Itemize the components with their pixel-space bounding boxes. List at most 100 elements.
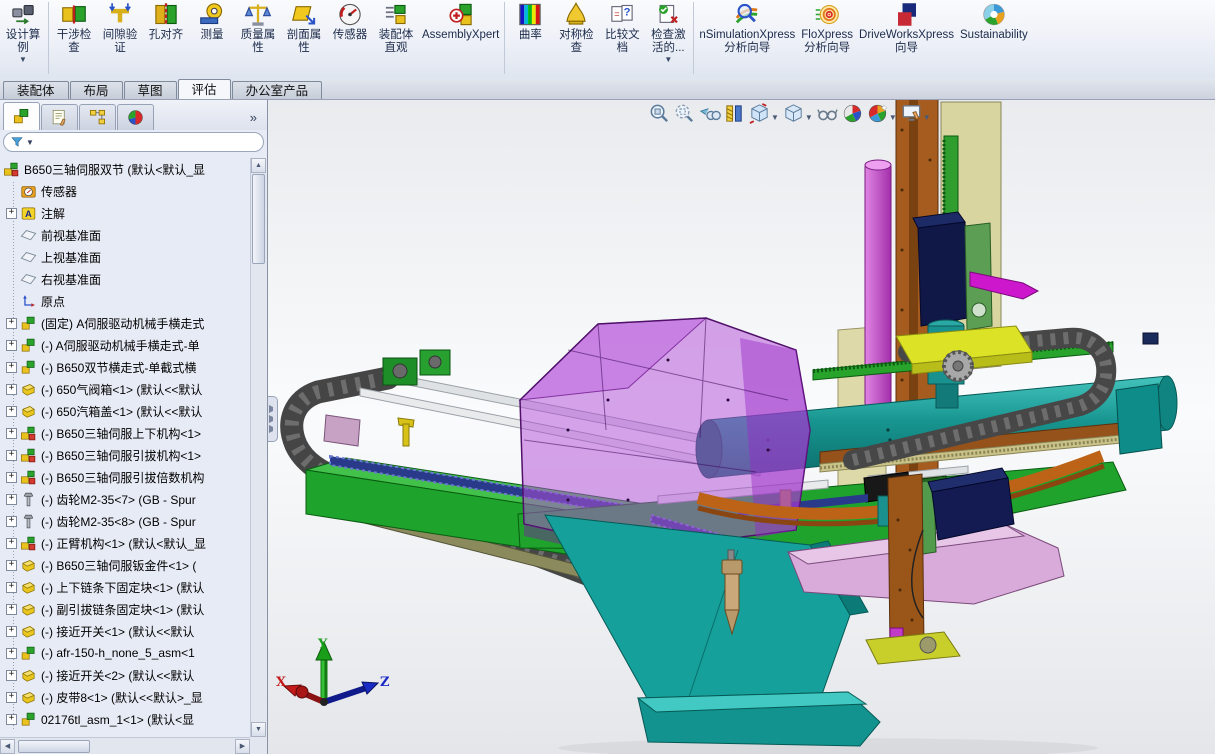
tree-item[interactable]: B650三轴伺服双节 (默认<默认_显 — [0, 158, 250, 180]
assembly-visualization-button[interactable]: 装配体 直观 — [373, 0, 419, 76]
zoom-area-button[interactable] — [673, 101, 696, 126]
expand-toggle[interactable]: + — [6, 582, 17, 593]
expand-toggle[interactable]: + — [6, 494, 17, 505]
tree-item-label: (-) 650汽箱盖<1> (默认<<默认 — [41, 403, 202, 420]
design-study-button[interactable]: 设计算 例▼ — [0, 0, 46, 76]
filter-dropdown-arrow-icon[interactable]: ▼ — [26, 138, 34, 147]
view-settings-button[interactable]: ▼ — [900, 101, 932, 126]
tree-item[interactable]: +(-) A伺服驱动机械手横走式-单 — [0, 334, 250, 356]
mass-properties-button[interactable]: 质量属 性 — [235, 0, 281, 76]
apply-scene-button[interactable]: ▼ — [866, 101, 898, 126]
tree-item[interactable]: +(-) 齿轮M2-35<8> (GB - Spur — [0, 510, 250, 532]
expand-toggle[interactable]: + — [6, 384, 17, 395]
section-properties-button[interactable]: 剖面属 性 — [281, 0, 327, 76]
tree-filter-field[interactable]: ▼ — [3, 132, 264, 152]
tree-item[interactable]: 原点 — [0, 290, 250, 312]
expand-toggle[interactable]: + — [6, 670, 17, 681]
cad-model[interactable]: L — [268, 100, 1215, 754]
tree-item[interactable]: +(-) B650三轴伺服引拔机构<1> — [0, 444, 250, 466]
hide-show-items-button[interactable] — [816, 101, 839, 126]
driveworksxpress-button[interactable]: DriveWorksXpress 向导 — [856, 0, 957, 76]
expand-toggle[interactable]: + — [6, 538, 17, 549]
expand-toggle[interactable]: + — [6, 472, 17, 483]
expand-toggle[interactable]: + — [6, 362, 17, 373]
tree-item[interactable]: +(-) 650气阀箱<1> (默认<<默认 — [0, 378, 250, 400]
graphics-viewport[interactable]: L — [268, 100, 1215, 754]
tree-item[interactable]: +(固定) A伺服驱动机械手横走式 — [0, 312, 250, 334]
tree-item[interactable]: +(-) 接近开关<2> (默认<<默认 — [0, 664, 250, 686]
sustainability-button[interactable]: Sustainability — [957, 0, 1031, 76]
tree-item[interactable]: +(-) B650三轴伺服引拔倍数机构 — [0, 466, 250, 488]
expand-toggle[interactable]: + — [6, 714, 17, 725]
expand-toggle[interactable]: + — [6, 692, 17, 703]
tree-item[interactable]: 右视基准面 — [0, 268, 250, 290]
expand-toggle[interactable]: + — [6, 648, 17, 659]
edit-appearance-button[interactable] — [841, 101, 864, 126]
tree-item[interactable]: +02176tl_asm_1<1> (默认<显 — [0, 708, 250, 730]
symmetry-check-button[interactable]: 对称检 查 — [553, 0, 599, 76]
interference-check-button[interactable]: 干涉检 查 — [51, 0, 97, 76]
measure-button[interactable]: 测量 — [189, 0, 235, 76]
simulationxpress-icon — [732, 1, 762, 28]
section-view-button[interactable] — [723, 101, 746, 126]
panel-tab-display-manager[interactable] — [117, 104, 154, 130]
tree-item[interactable]: +(-) 上下链条下固定块<1> (默认 — [0, 576, 250, 598]
tree-item[interactable]: +(-) 皮带8<1> (默认<<默认>_显 — [0, 686, 250, 708]
expand-toggle[interactable]: + — [6, 560, 17, 571]
tree-item[interactable]: +A注解 — [0, 202, 250, 224]
scroll-left-button[interactable]: ◀ — [0, 739, 15, 754]
tree-item[interactable]: +(-) 齿轮M2-35<7> (GB - Spur — [0, 488, 250, 510]
expand-toggle[interactable]: + — [6, 428, 17, 439]
compare-documents-button[interactable]: =?比较文 档 — [599, 0, 645, 76]
expand-toggle[interactable]: + — [6, 318, 17, 329]
hole-alignment-button[interactable]: 孔对齐 — [143, 0, 189, 76]
horizontal-scroll-thumb[interactable] — [18, 740, 90, 753]
panel-tab-property-manager[interactable] — [41, 104, 78, 130]
panel-overflow-chevron[interactable]: » — [250, 110, 264, 130]
tree-item[interactable]: +(-) 副引拔链条固定块<1> (默认 — [0, 598, 250, 620]
curvature-button[interactable]: 曲率 — [507, 0, 553, 76]
expand-toggle[interactable]: + — [6, 208, 17, 219]
tree-item[interactable]: 上视基准面 — [0, 246, 250, 268]
floxpress-button[interactable]: FloXpress 分析向导 — [798, 0, 856, 76]
expand-toggle[interactable]: + — [6, 406, 17, 417]
expand-toggle[interactable]: + — [6, 626, 17, 637]
zoom-fit-button[interactable] — [648, 101, 671, 126]
tree-vertical-scrollbar[interactable]: ▲ ▼ — [250, 158, 267, 737]
command-tab-office-products[interactable]: 办公室产品 — [232, 81, 323, 99]
previous-view-button[interactable] — [698, 101, 721, 126]
expand-toggle[interactable]: + — [6, 340, 17, 351]
command-tab-evaluate[interactable]: 评估 — [178, 79, 231, 99]
panel-tab-configuration-manager[interactable] — [79, 104, 116, 130]
simulationxpress-button[interactable]: nSimulationXpress 分析向导 — [696, 0, 798, 76]
tree-item[interactable]: 传感器 — [0, 180, 250, 202]
sensor-button[interactable]: 传感器 — [327, 0, 373, 76]
tree-item[interactable]: +(-) 正臂机构<1> (默认<默认_显 — [0, 532, 250, 554]
panel-tab-feature-manager[interactable] — [3, 102, 40, 130]
scroll-down-button[interactable]: ▼ — [251, 722, 266, 737]
scroll-up-button[interactable]: ▲ — [251, 158, 266, 173]
plane-icon — [20, 271, 37, 288]
scroll-right-button[interactable]: ▶ — [235, 739, 250, 754]
tree-horizontal-scrollbar[interactable]: ◀ ▶ — [0, 737, 250, 754]
clearance-verify-button[interactable]: 间隙验 证 — [97, 0, 143, 76]
tree-item[interactable]: +(-) B650三轴伺服钣金件<1> ( — [0, 554, 250, 576]
view-orientation-button[interactable]: ▼ — [748, 101, 780, 126]
expand-toggle[interactable]: + — [6, 450, 17, 461]
tree-item[interactable]: +(-) 接近开关<1> (默认<<默认 — [0, 620, 250, 642]
display-style-button[interactable]: ▼ — [782, 101, 814, 126]
assembly-xpert-button[interactable]: AssemblyXpert — [419, 0, 502, 76]
command-tab-sketch[interactable]: 草图 — [124, 81, 177, 99]
tree-item[interactable]: +(-) afr-150-h_none_5_asm<1 — [0, 642, 250, 664]
panel-splitter-grip[interactable] — [268, 396, 278, 442]
check-active-button[interactable]: 检查激 活的...▼ — [645, 0, 691, 76]
tree-item[interactable]: +(-) B650三轴伺服上下机构<1> — [0, 422, 250, 444]
expand-toggle[interactable]: + — [6, 604, 17, 615]
vertical-scroll-thumb[interactable] — [252, 174, 265, 264]
expand-toggle[interactable]: + — [6, 516, 17, 527]
command-tab-layout[interactable]: 布局 — [70, 81, 123, 99]
tree-item[interactable]: + (-) 650汽箱盖<1> (默认<<默认 — [0, 400, 250, 422]
tree-item[interactable]: +(-) B650双节横走式-单截式横 — [0, 356, 250, 378]
tree-item[interactable]: 前视基准面 — [0, 224, 250, 246]
command-tab-assembly[interactable]: 装配体 — [3, 81, 69, 99]
